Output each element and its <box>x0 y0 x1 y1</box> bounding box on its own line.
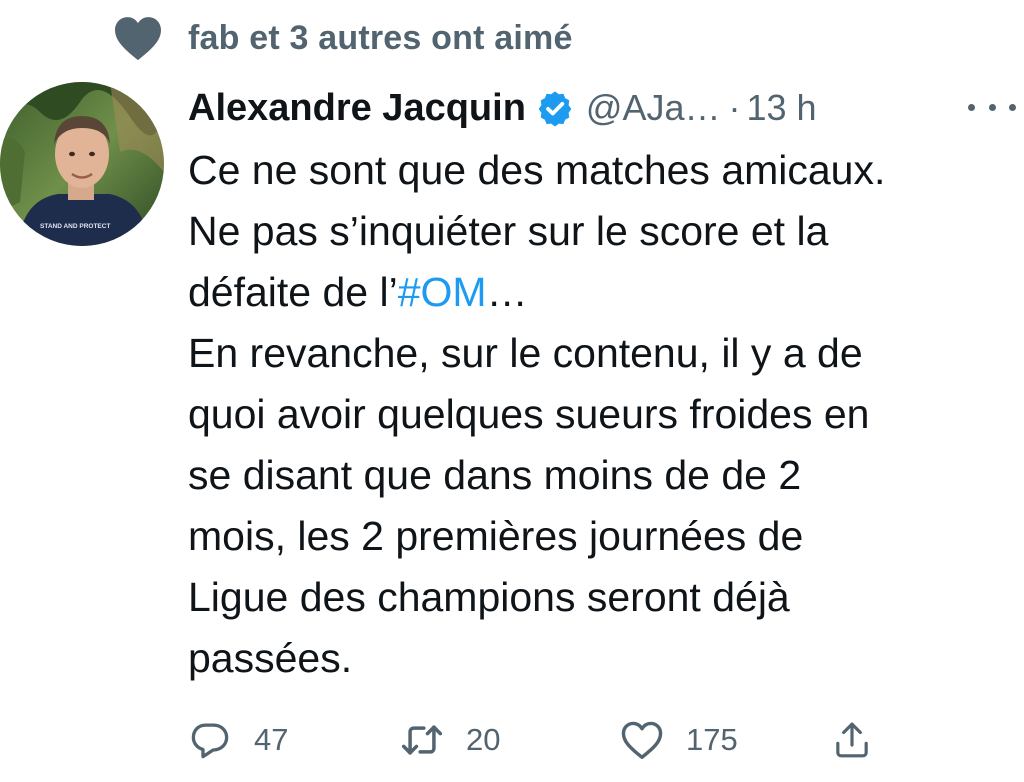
more-dot-icon <box>968 103 975 111</box>
like-heart-icon <box>620 718 664 762</box>
tweet-line: Ce ne sont que des matches amicaux. <box>188 147 886 193</box>
heart-icon <box>110 13 166 63</box>
like-count: 175 <box>686 722 738 757</box>
tweet-actions: 47 20 175 <box>188 712 1008 768</box>
like-button[interactable]: 175 <box>620 712 738 768</box>
tweet-card[interactable]: fab et 3 autres ont aimé STAND AND PROTE… <box>0 0 1024 782</box>
tweet-line: Ne pas s’inquiéter sur le score et la <box>188 208 829 254</box>
reply-button[interactable]: 47 <box>188 712 288 768</box>
more-dot-icon <box>988 103 996 111</box>
author-name[interactable]: Alexandre Jacquin <box>188 87 526 130</box>
social-context-text[interactable]: fab et 3 autres ont aimé <box>188 19 573 58</box>
tweet-line: Ligue des champions seront déjà <box>188 574 790 620</box>
share-button[interactable] <box>830 712 874 768</box>
hashtag-link[interactable]: #OM <box>398 269 487 315</box>
tweet-line: quoi avoir quelques sueurs froides en <box>188 391 870 437</box>
retweet-button[interactable]: 20 <box>400 712 500 768</box>
tweet-line: passées. <box>188 635 353 681</box>
tweet-line: mois, les 2 premières journées de <box>188 513 804 559</box>
tweet-line: défaite de l’#OM… <box>188 269 528 315</box>
author-handle[interactable]: @AJa… <box>586 87 721 129</box>
tweet-text: Ce ne sont que des matches amicaux. Ne p… <box>188 140 1008 689</box>
more-dot-icon <box>1009 103 1016 111</box>
reply-icon <box>188 718 232 762</box>
more-options-button[interactable] <box>968 92 1016 122</box>
tweet-line: se disant que dans moins de de 2 <box>188 452 802 498</box>
avatar-shirt-text: STAND AND PROTECT <box>40 223 110 230</box>
social-context: fab et 3 autres ont aimé <box>110 10 573 66</box>
tweet-line: En revanche, sur le contenu, il y a de <box>188 330 863 376</box>
tweet-header: Alexandre Jacquin @AJa… · 13 h <box>188 80 817 136</box>
verified-badge-icon <box>536 88 576 128</box>
share-icon <box>830 718 874 762</box>
retweet-count: 20 <box>466 722 501 757</box>
separator-dot: · <box>728 87 741 128</box>
tweet-timestamp[interactable]: 13 h <box>746 87 816 129</box>
retweet-icon <box>400 718 444 762</box>
avatar[interactable]: STAND AND PROTECT <box>0 82 164 246</box>
reply-count: 47 <box>254 722 289 757</box>
